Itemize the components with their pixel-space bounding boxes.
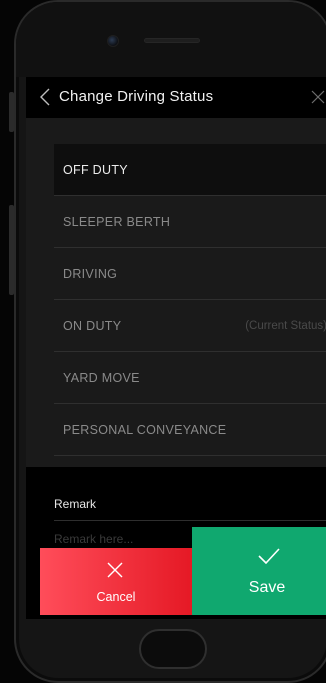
status-option-yard-move[interactable]: YARD MOVE (54, 352, 326, 404)
status-label: SLEEPER BERTH (63, 214, 171, 229)
remark-label: Remark (54, 497, 97, 511)
close-icon[interactable] (311, 90, 325, 104)
status-option-sleeper-berth[interactable]: SLEEPER BERTH (54, 196, 326, 248)
front-camera (107, 35, 119, 47)
cancel-button[interactable]: Cancel (40, 548, 192, 615)
status-option-driving[interactable]: DRIVING (54, 248, 326, 300)
status-list: OFF DUTY SLEEPER BERTH DRIVING ON DUTY (… (54, 144, 326, 456)
save-label: Save (248, 579, 286, 596)
remark-input[interactable] (54, 530, 204, 548)
earpiece-speaker (144, 38, 200, 43)
divider (54, 520, 326, 521)
status-option-off-duty[interactable]: OFF DUTY (54, 144, 326, 196)
current-status-note: (Current Status) (245, 319, 326, 332)
status-label: ON DUTY (63, 318, 122, 333)
status-label: DRIVING (63, 266, 118, 281)
home-button[interactable] (139, 629, 207, 669)
page-title: Change Driving Status (59, 88, 214, 105)
status-label: YARD MOVE (63, 370, 140, 385)
cancel-label: Cancel (96, 590, 136, 604)
status-option-on-duty[interactable]: ON DUTY (Current Status) (54, 300, 326, 352)
status-label: OFF DUTY (63, 162, 128, 177)
save-button[interactable]: Save (192, 527, 326, 615)
app-screen: Change Driving Status OFF DUTY SLEEPER B… (26, 77, 326, 619)
close-icon (107, 562, 123, 578)
chevron-left-icon[interactable] (38, 88, 52, 106)
status-label: PERSONAL CONVEYANCE (63, 422, 227, 437)
top-bezel (16, 2, 326, 77)
status-option-personal-conveyance[interactable]: PERSONAL CONVEYANCE (54, 404, 326, 456)
app-header: Change Driving Status (26, 77, 326, 118)
checkmark-icon (258, 548, 280, 564)
phone-frame: Change Driving Status OFF DUTY SLEEPER B… (14, 0, 326, 683)
